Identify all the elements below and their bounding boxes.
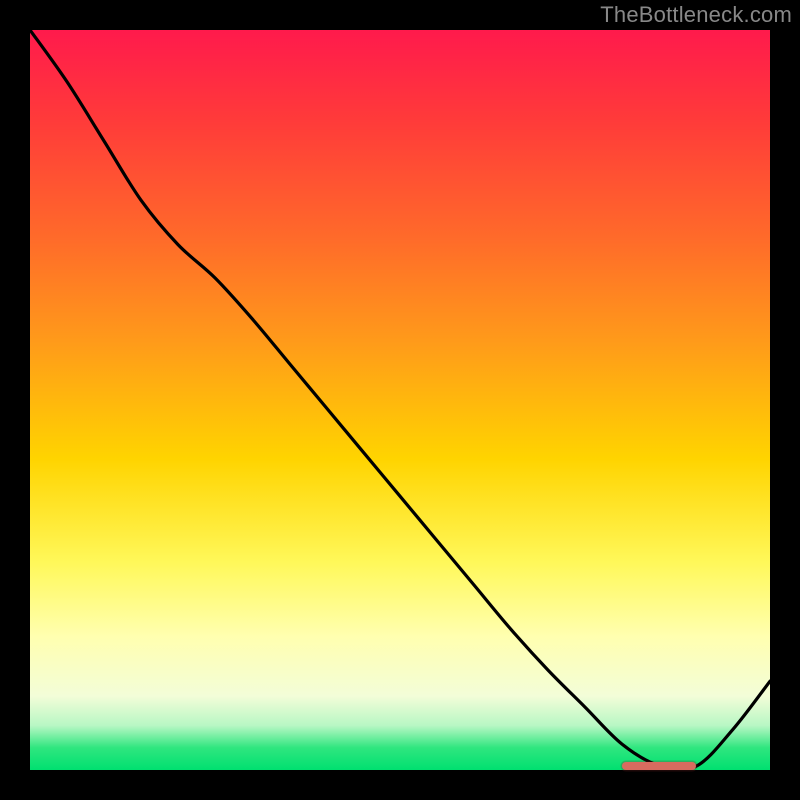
curve-path (30, 30, 770, 770)
bottleneck-chart (30, 30, 770, 770)
bottleneck-curve (30, 30, 770, 770)
source-attribution: TheBottleneck.com (600, 2, 792, 28)
optimum-range-marker (622, 762, 696, 770)
